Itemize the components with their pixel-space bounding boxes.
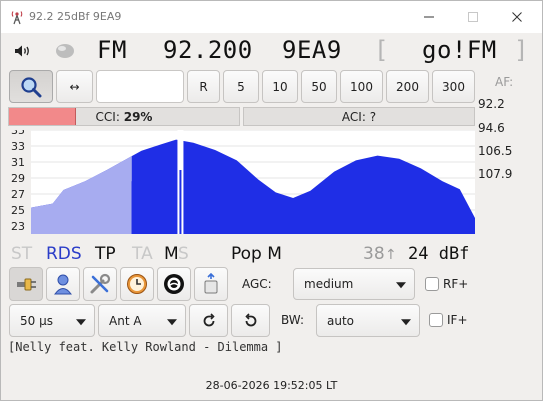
agc-select[interactable]: medium: [293, 268, 415, 300]
minimize-button[interactable]: [414, 5, 444, 29]
step-50-button[interactable]: 50: [301, 70, 337, 103]
chevron-down-icon: [396, 282, 406, 289]
mode-label: FM: [97, 36, 127, 64]
chevron-down-icon: [167, 318, 177, 325]
cci-label: CCI:: [95, 109, 120, 124]
y-tick-label: 31: [11, 156, 25, 169]
step-5-button[interactable]: 5: [223, 70, 259, 103]
y-tick-label: 23: [11, 220, 25, 233]
if-plus-checkbox[interactable]: [429, 313, 443, 327]
clock-icon: [127, 274, 147, 294]
radio-tower-icon: [11, 11, 23, 25]
antenna-select[interactable]: Ant A: [98, 304, 186, 337]
agc-value: medium: [304, 277, 354, 291]
antenna-value: Ant A: [109, 313, 142, 328]
reset-button[interactable]: R: [187, 70, 220, 103]
window-title: 92.2 25dBf 9EA9: [29, 10, 122, 23]
pi-code: 9EA9: [282, 36, 342, 64]
step-300-button[interactable]: 300: [432, 70, 475, 103]
af-item[interactable]: 106.5: [478, 144, 512, 158]
search-icon: [21, 76, 42, 97]
settings-button[interactable]: [83, 267, 117, 301]
ps-bracket-open: [: [374, 36, 389, 64]
cci-value: 29%: [123, 109, 153, 124]
if-plus-label: IF+: [447, 313, 468, 327]
tp-flag: TP: [95, 244, 116, 264]
chevron-down-icon: [76, 318, 86, 325]
rf-plus-checkbox[interactable]: [425, 277, 439, 291]
close-button[interactable]: [502, 5, 532, 29]
st-flag: ST: [11, 244, 33, 264]
cci-meter: CCI: 29%: [8, 107, 240, 126]
rf-plus-label: RF+: [443, 277, 469, 291]
signal-trend-arrow: ↑: [385, 247, 397, 263]
step-200-button[interactable]: 200: [386, 70, 429, 103]
chevron-down-icon: [401, 318, 411, 325]
minimize-icon: [424, 16, 434, 18]
bandwidth-select[interactable]: auto: [316, 304, 420, 337]
maximize-button[interactable]: [458, 5, 488, 29]
scan-button[interactable]: [9, 70, 53, 103]
maximize-icon: [468, 12, 478, 22]
frequency-input[interactable]: [96, 70, 184, 103]
ps-bracket-close: ]: [514, 36, 529, 64]
pty-label: Pop M: [231, 244, 282, 264]
scheduler-button[interactable]: [120, 267, 154, 301]
ps-name: go!FM: [422, 36, 497, 64]
y-tick-label: 33: [11, 140, 25, 153]
title-bar: 92.2 25dBf 9EA9: [1, 1, 542, 33]
tuner-display: FM 92.200 9EA9 [ go!FM ]: [1, 34, 542, 68]
target-icon: [164, 274, 184, 294]
plug-icon: [17, 278, 36, 291]
app-window: 92.2 25dBf 9EA9 FM 92.200 9EA9 [ go!FM ]: [0, 0, 543, 401]
y-tick-label: 35: [11, 130, 25, 137]
rotate-cw-icon: [203, 312, 215, 326]
af-item[interactable]: 107.9: [478, 167, 512, 181]
clock-display: 28-06-2026 19:52:05 LT: [205, 379, 338, 392]
swap-button[interactable]: ↔: [56, 70, 93, 103]
music-flag: M: [164, 244, 179, 264]
cci-text: CCI: 29%: [96, 110, 153, 124]
user-icon: [54, 274, 72, 295]
af-label: AF:: [495, 75, 514, 89]
signal-unit: 24 dBf: [408, 244, 470, 264]
speaker-icon[interactable]: [14, 44, 32, 58]
rotate-ccw-icon: [244, 312, 256, 326]
bandscan-button[interactable]: [157, 267, 191, 301]
export-button[interactable]: [194, 267, 228, 301]
close-icon: [512, 12, 522, 22]
clipboard-icon: [204, 273, 218, 294]
aci-value: ?: [369, 109, 377, 124]
rds-flag: RDS: [46, 244, 82, 264]
tools-icon: [90, 273, 111, 294]
aci-meter: ACI: ?: [243, 107, 475, 126]
listener-button[interactable]: [46, 267, 80, 301]
spectrum-chart[interactable]: 35 33 31 29 27 25 23: [9, 130, 475, 234]
frequency-display[interactable]: 92.200: [163, 36, 253, 64]
agc-label: AGC:: [242, 277, 272, 291]
af-item[interactable]: 94.6: [478, 121, 505, 135]
af-item[interactable]: 92.2: [478, 97, 505, 111]
y-tick-label: 27: [11, 188, 25, 201]
ta-flag: TA: [132, 244, 153, 264]
speech-flag: S: [178, 244, 189, 264]
aci-label: ACI:: [341, 109, 366, 124]
rotate-left-button[interactable]: [231, 304, 270, 337]
deemphasis-select[interactable]: 50 µs: [9, 304, 95, 337]
signal-quality-icon: [56, 44, 74, 58]
y-tick-label: 29: [11, 172, 25, 185]
bandwidth-value: auto: [327, 313, 355, 328]
radiotext: [Nelly feat. Kelly Rowland - Dilemma ]: [8, 340, 283, 354]
deemphasis-value: 50 µs: [20, 313, 53, 328]
rotate-right-button[interactable]: [189, 304, 228, 337]
bw-label: BW:: [281, 313, 305, 327]
connect-button[interactable]: [9, 267, 43, 301]
step-10-button[interactable]: 10: [262, 70, 298, 103]
step-100-button[interactable]: 100: [340, 70, 383, 103]
signal-value: 38: [363, 244, 385, 264]
y-tick-label: 25: [11, 204, 25, 217]
cci-bar: [9, 108, 76, 125]
